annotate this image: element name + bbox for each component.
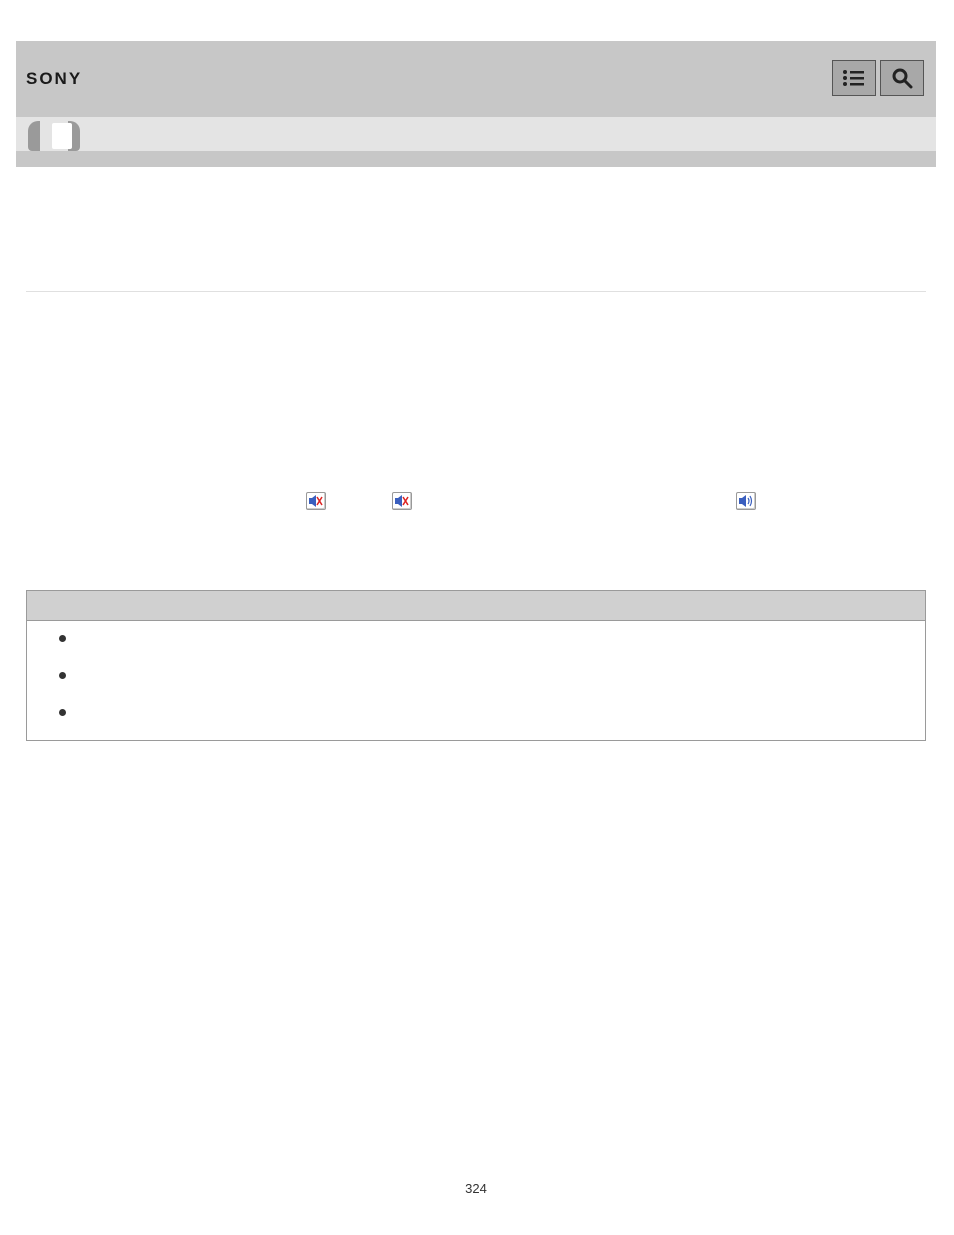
header-bar: SONY bbox=[16, 41, 936, 117]
menu-button[interactable] bbox=[832, 60, 876, 96]
main-content bbox=[26, 167, 926, 741]
list-bullet bbox=[59, 635, 66, 642]
help-guide-icon[interactable] bbox=[28, 121, 80, 151]
page-number: 324 bbox=[16, 1181, 936, 1226]
sound-on-icon bbox=[736, 492, 756, 510]
header-divider bbox=[16, 151, 936, 167]
inline-icons-row bbox=[26, 492, 926, 514]
sound-off-icon bbox=[392, 492, 412, 510]
list-bullet bbox=[59, 709, 66, 716]
sound-off-icon bbox=[306, 492, 326, 510]
brand-logo: SONY bbox=[26, 69, 82, 89]
list-icon bbox=[842, 69, 866, 87]
list-bullet bbox=[59, 672, 66, 679]
note-box bbox=[26, 590, 926, 741]
search-icon bbox=[891, 67, 913, 89]
note-box-header bbox=[27, 591, 925, 621]
header-icons bbox=[832, 60, 924, 96]
search-button[interactable] bbox=[880, 60, 924, 96]
note-box-body bbox=[27, 621, 925, 740]
subheader-bar bbox=[16, 117, 936, 151]
